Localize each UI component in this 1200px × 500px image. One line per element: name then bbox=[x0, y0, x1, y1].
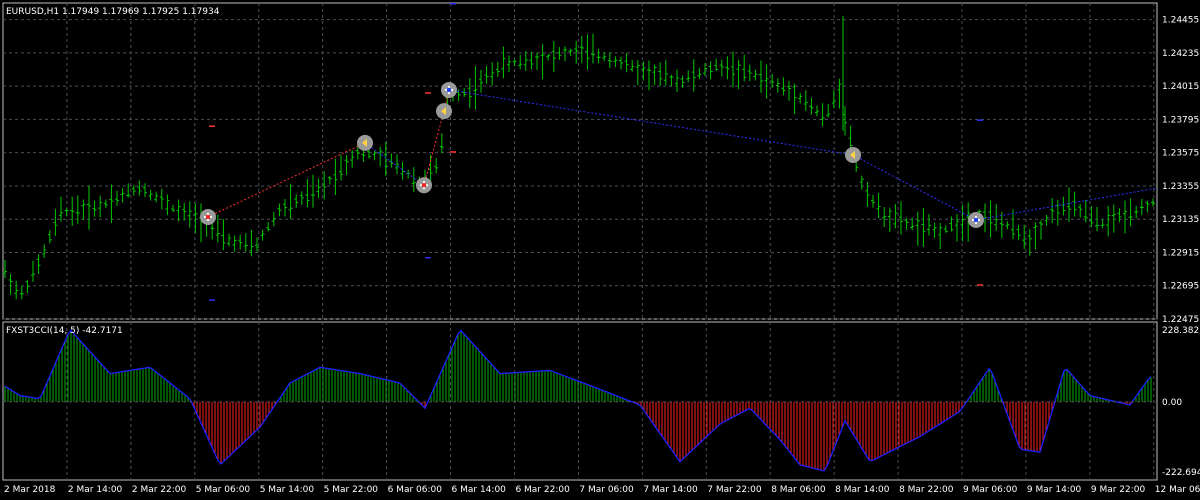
chart-window[interactable]: 1.24455 1.24235 1.24015 1.23795 1.23575 1.233… bbox=[0, 0, 1200, 500]
time-label: 6 Mar 22:00 bbox=[515, 485, 570, 495]
price-label: 1.22695 bbox=[1162, 282, 1199, 292]
time-axis: 2 Mar 2018 2 Mar 14:00 2 Mar 22:00 5 Mar 06… bbox=[4, 485, 1200, 495]
time-label: 8 Mar 14:00 bbox=[835, 485, 890, 495]
cci-level-label: 228.3828 bbox=[1162, 326, 1200, 336]
time-label: 5 Mar 14:00 bbox=[260, 485, 315, 495]
symbol-header: EURUSD,H1 1.17949 1.17969 1.17925 1.1793… bbox=[6, 7, 220, 17]
time-label: 9 Mar 14:00 bbox=[1027, 485, 1082, 495]
price-label: 1.23355 bbox=[1162, 182, 1199, 192]
time-label: 2 Mar 2018 bbox=[4, 485, 56, 495]
time-label: 5 Mar 06:00 bbox=[196, 485, 251, 495]
time-label: 7 Mar 06:00 bbox=[579, 485, 634, 495]
price-label: 1.23135 bbox=[1162, 215, 1199, 225]
price-label: 1.24455 bbox=[1162, 16, 1199, 26]
time-label: 7 Mar 22:00 bbox=[707, 485, 762, 495]
time-label: 6 Mar 06:00 bbox=[388, 485, 443, 495]
time-label: 9 Mar 06:00 bbox=[963, 485, 1018, 495]
time-label: 5 Mar 22:00 bbox=[324, 485, 379, 495]
buy-signal-icon bbox=[968, 211, 984, 228]
cci-level-label: 0.00 bbox=[1162, 398, 1182, 408]
time-label: 2 Mar 22:00 bbox=[132, 485, 187, 495]
time-label: 8 Mar 22:00 bbox=[899, 485, 954, 495]
time-label: 8 Mar 06:00 bbox=[771, 485, 826, 495]
sell-signal-icon bbox=[845, 146, 861, 163]
buy-signal-icon bbox=[441, 81, 457, 98]
time-label: 9 Mar 22:00 bbox=[1091, 485, 1146, 495]
price-label: 1.22915 bbox=[1162, 248, 1199, 258]
price-label: 1.23795 bbox=[1162, 115, 1199, 125]
sell-signal-icon bbox=[357, 134, 373, 151]
indicator-header: FXST3CCI(14, 5) -42.7171 bbox=[6, 326, 123, 336]
price-label: 1.22475 bbox=[1162, 315, 1199, 325]
price-axis: 1.24455 1.24235 1.24015 1.23795 1.23575 1.233… bbox=[1162, 16, 1200, 478]
buy-signal-icon bbox=[200, 208, 216, 225]
price-panel[interactable] bbox=[2, 2, 1158, 320]
time-label: 12 Mar 06:00 bbox=[1155, 485, 1200, 495]
cci-level-label: -222.6948 bbox=[1162, 468, 1200, 478]
buy-signal-icon bbox=[416, 177, 432, 194]
price-label: 1.24015 bbox=[1162, 82, 1199, 92]
time-label: 6 Mar 14:00 bbox=[452, 485, 507, 495]
sell-signal-icon bbox=[436, 103, 452, 120]
price-label: 1.24235 bbox=[1162, 49, 1199, 59]
time-label: 7 Mar 14:00 bbox=[643, 485, 698, 495]
price-label: 1.23575 bbox=[1162, 149, 1199, 159]
time-label: 2 Mar 14:00 bbox=[68, 485, 123, 495]
